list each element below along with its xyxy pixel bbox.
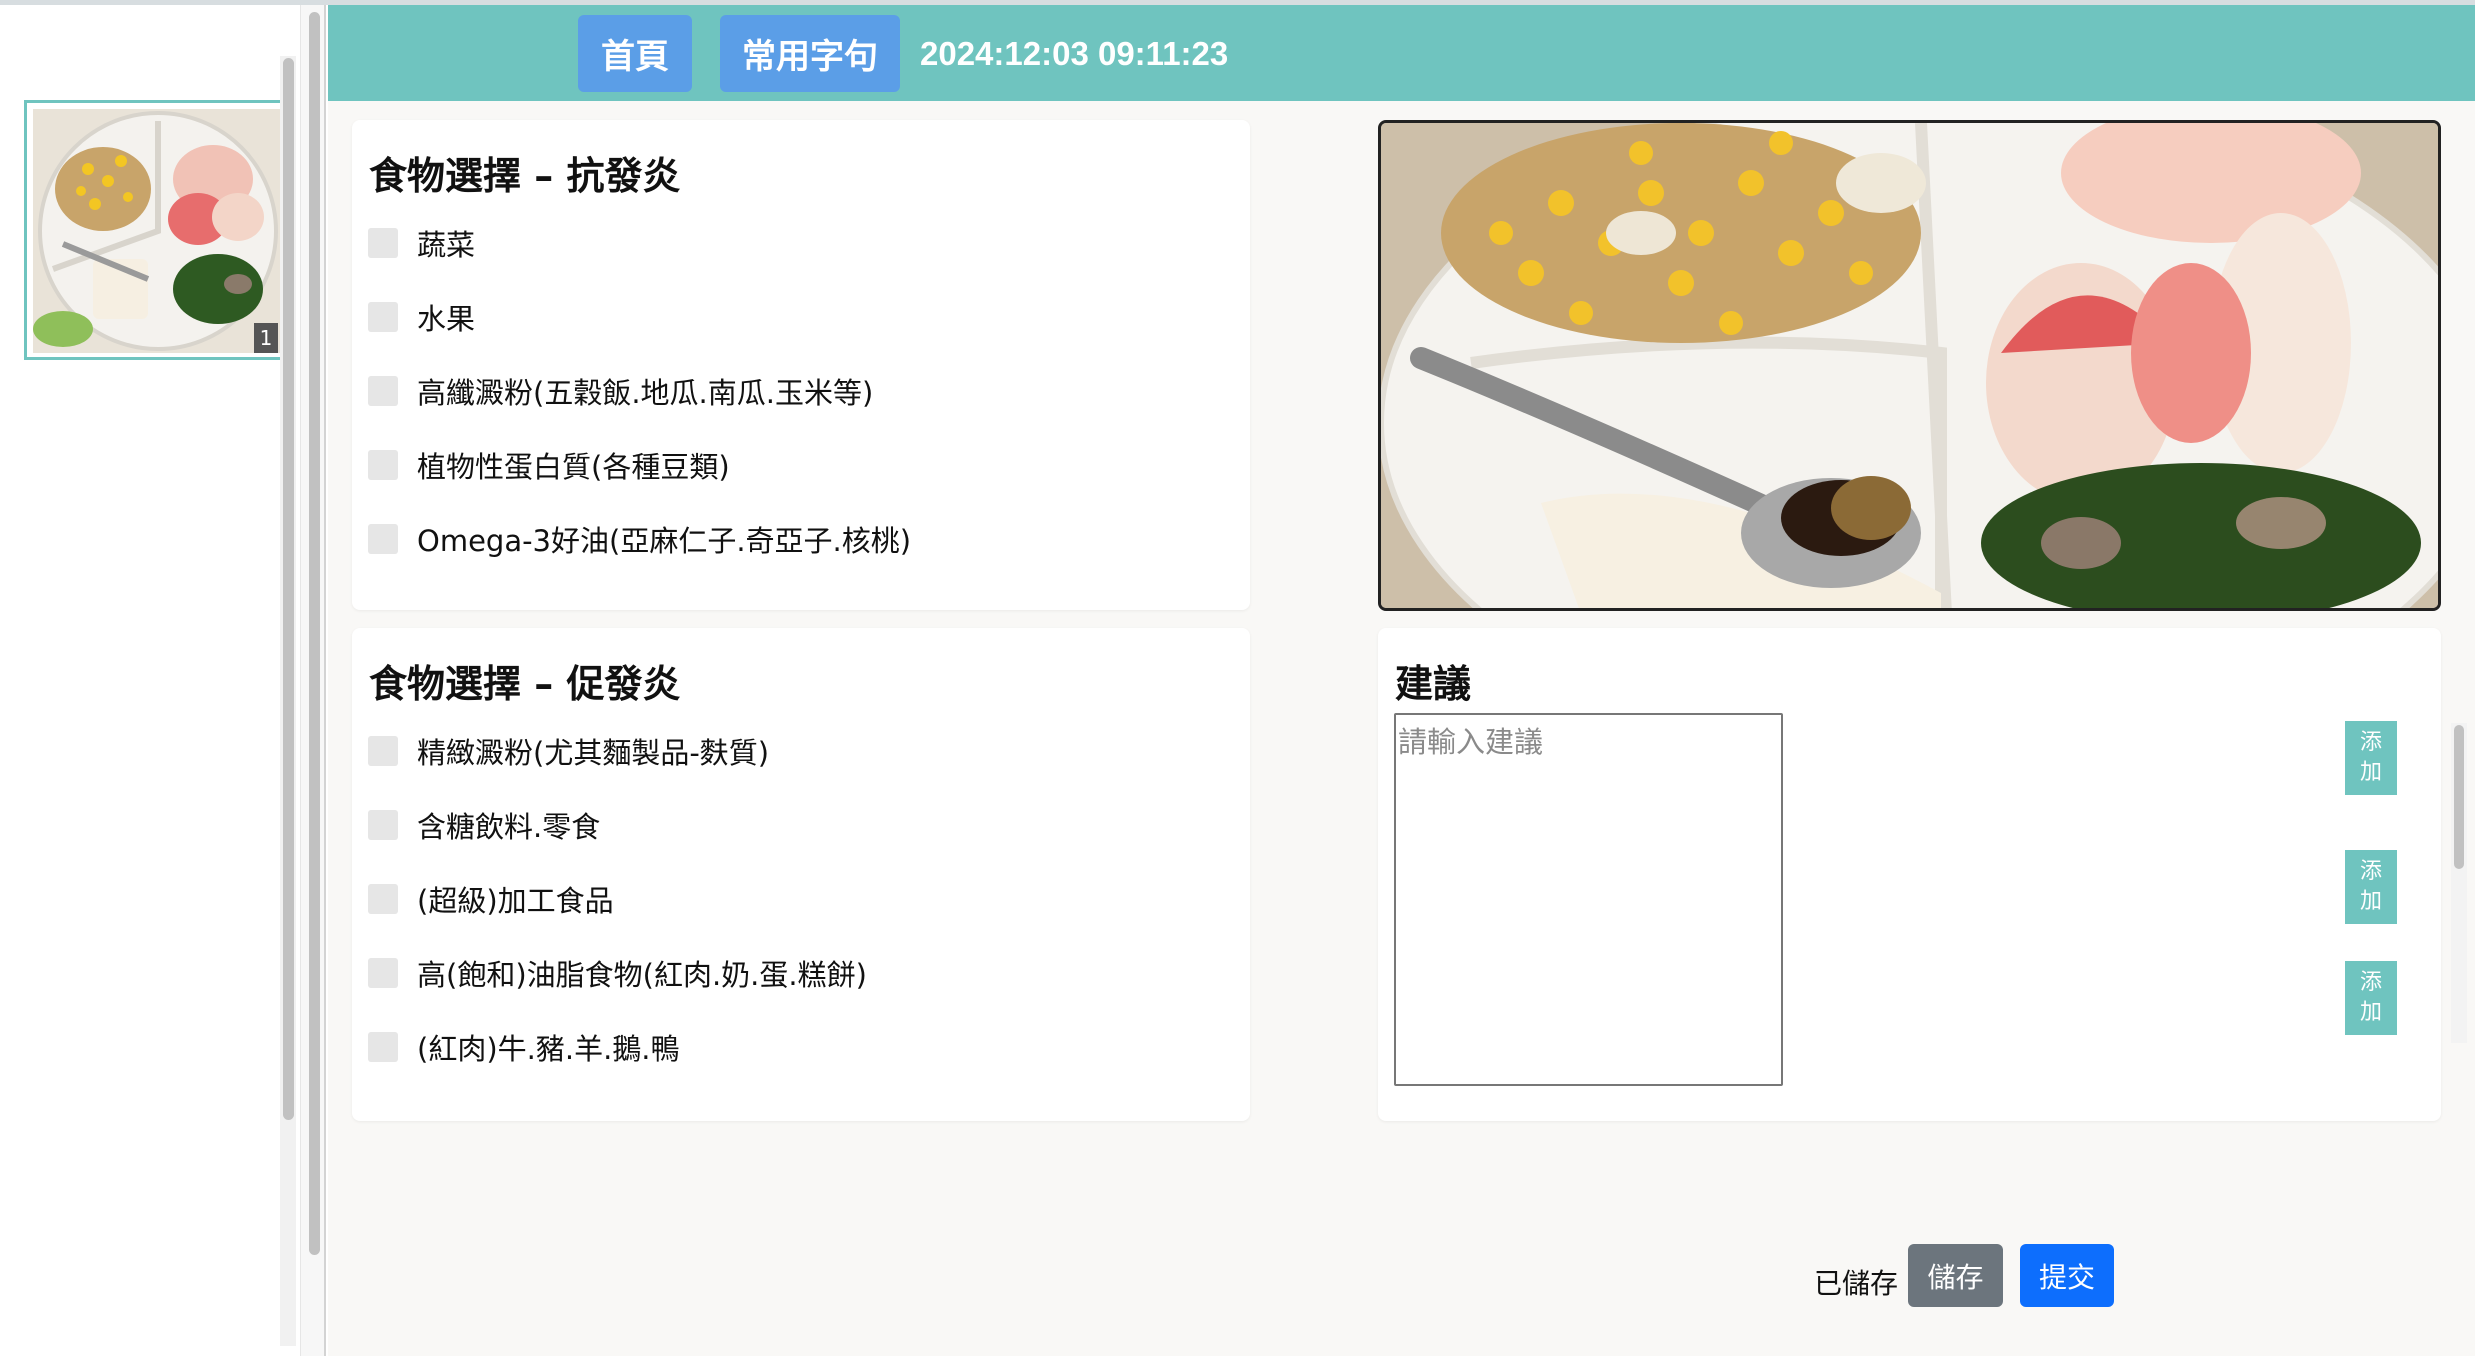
thumbnail-index-badge: 1	[254, 323, 278, 353]
anti-option-vegetables[interactable]: 蔬菜	[368, 223, 475, 263]
option-label: 高纖澱粉(五穀飯.地瓜.南瓜.玉米等)	[417, 376, 874, 410]
main-scrollbar-thumb[interactable]	[309, 12, 320, 1255]
pro-inflammatory-title: 食物選擇 – 促發炎	[369, 662, 681, 706]
advice-card: 建議 添加 添加 添加	[1378, 628, 2467, 1121]
add-phrase-button[interactable]: 添加	[2345, 961, 2397, 1035]
main-content: 首頁 常用字句 2024:12:03 09:11:23 食物選擇 – 抗發炎 蔬…	[328, 5, 2475, 1356]
common-phrase-list: 添加 添加 添加	[2328, 721, 2423, 1043]
option-label: 水果	[417, 302, 476, 336]
add-phrase-button[interactable]: 添加	[2345, 721, 2397, 795]
pro-option-refined-starch[interactable]: 精緻澱粉(尤其麵製品-麩質)	[368, 731, 769, 771]
checkbox[interactable]	[368, 376, 398, 406]
header-datetime: 2024:12:03 09:11:23	[920, 35, 1229, 72]
checkbox[interactable]	[368, 524, 398, 554]
option-label: 含糖飲料.零食	[417, 810, 601, 844]
checkbox[interactable]	[368, 228, 398, 258]
option-label: 蔬菜	[417, 228, 476, 262]
anti-option-high-fiber-starch[interactable]: 高纖澱粉(五穀飯.地瓜.南瓜.玉米等)	[368, 371, 873, 411]
pro-inflammatory-card: 食物選擇 – 促發炎 精緻澱粉(尤其麵製品-麩質) 含糖飲料.零食 (超級)加工…	[352, 628, 1250, 1121]
save-status: 已儲存	[1814, 1267, 1899, 1300]
anti-option-fruits[interactable]: 水果	[368, 297, 475, 337]
home-button[interactable]: 首頁	[578, 15, 692, 92]
submit-button[interactable]: 提交	[2020, 1244, 2114, 1307]
sidebar-scrollbar-thumb[interactable]	[283, 58, 294, 1120]
advice-textarea[interactable]	[1394, 713, 1783, 1086]
checkbox[interactable]	[368, 450, 398, 480]
advice-title: 建議	[1395, 662, 1472, 706]
phrase-list-scrollbar-thumb[interactable]	[2454, 725, 2464, 869]
pro-option-high-fat-food[interactable]: 高(飽和)油脂食物(紅肉.奶.蛋.糕餅)	[368, 953, 867, 993]
checkbox[interactable]	[368, 958, 398, 988]
checkbox[interactable]	[368, 736, 398, 766]
pro-option-processed-food[interactable]: (超級)加工食品	[368, 879, 614, 919]
pro-option-sugary-drinks[interactable]: 含糖飲料.零食	[368, 805, 600, 845]
checkbox[interactable]	[368, 884, 398, 914]
anti-option-omega3-oils[interactable]: Omega-3好油(亞麻仁子.奇亞子.核桃)	[368, 519, 911, 559]
checkbox[interactable]	[368, 1032, 398, 1062]
option-label: 精緻澱粉(尤其麵製品-麩質)	[417, 736, 770, 770]
pro-option-red-meat[interactable]: (紅肉)牛.豬.羊.鵝.鴨	[368, 1027, 680, 1067]
option-label: 高(飽和)油脂食物(紅肉.奶.蛋.糕餅)	[417, 958, 867, 992]
meal-thumbnail-image	[33, 109, 280, 353]
thumbnail-item[interactable]: 1	[24, 100, 280, 360]
option-label: (超級)加工食品	[417, 884, 614, 918]
add-phrase-button[interactable]: 添加	[2345, 850, 2397, 924]
meal-photo	[1378, 120, 2441, 611]
common-phrases-button[interactable]: 常用字句	[720, 15, 900, 92]
checkbox[interactable]	[368, 302, 398, 332]
top-header: 首頁 常用字句 2024:12:03 09:11:23	[328, 5, 2475, 101]
option-label: (紅肉)牛.豬.羊.鵝.鴨	[417, 1032, 680, 1066]
anti-inflammatory-card: 食物選擇 – 抗發炎 蔬菜 水果 高纖澱粉(五穀飯.地瓜.南瓜.玉米等) 植物性…	[352, 120, 1250, 610]
option-label: 植物性蛋白質(各種豆類)	[417, 450, 730, 484]
option-label: Omega-3好油(亞麻仁子.奇亞子.核桃)	[417, 524, 912, 558]
anti-inflammatory-title: 食物選擇 – 抗發炎	[369, 154, 681, 198]
anti-option-plant-protein[interactable]: 植物性蛋白質(各種豆類)	[368, 445, 730, 485]
image-sidebar: 1	[0, 5, 280, 1356]
checkbox[interactable]	[368, 810, 398, 840]
save-button[interactable]: 儲存	[1908, 1244, 2003, 1307]
